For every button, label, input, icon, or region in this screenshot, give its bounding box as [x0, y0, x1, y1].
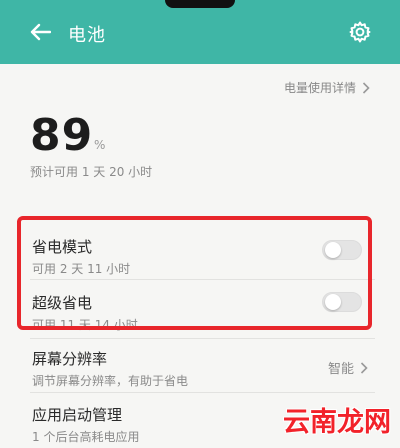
camera-notch	[165, 0, 235, 8]
ultra-saving-title: 超级省电	[32, 294, 93, 312]
battery-percent: 89	[30, 110, 94, 161]
screen-resolution-value: 智能	[327, 362, 354, 377]
settings-button[interactable]	[345, 17, 375, 47]
ultra-saving-toggle[interactable]	[322, 292, 362, 312]
usage-detail-label: 电量使用详情	[283, 81, 356, 95]
screen-resolution-subtitle: 调节屏幕分辨率，有助于省电	[32, 374, 189, 388]
screen-resolution-value-group: 智能	[328, 358, 368, 377]
ultra-saving-row[interactable]: 超级省电 可用 11 天 14 小时	[0, 284, 400, 342]
power-saving-row[interactable]: 省电模式 可用 2 天 11 小时	[0, 228, 400, 286]
divider	[30, 279, 375, 280]
gear-icon	[349, 21, 371, 43]
power-saving-title: 省电模式	[32, 238, 93, 256]
screen-resolution-row[interactable]: 屏幕分辨率 调节屏幕分辨率，有助于省电 智能	[0, 340, 400, 398]
chevron-right-icon	[362, 81, 370, 94]
app-launch-subtitle: 1 个后台高耗电应用	[32, 430, 140, 444]
app-header: 电池	[0, 0, 400, 64]
usage-detail-link[interactable]: 电量使用详情	[284, 79, 370, 96]
toggle-knob	[325, 294, 341, 310]
back-arrow-icon	[30, 23, 51, 41]
percent-sign: %	[94, 138, 106, 152]
screen-resolution-title: 屏幕分辨率	[32, 350, 108, 368]
back-button[interactable]	[26, 18, 54, 46]
ultra-saving-subtitle: 可用 11 天 14 小时	[32, 318, 138, 332]
site-watermark: 云南龙网	[283, 407, 391, 438]
page-title: 电池	[68, 25, 106, 46]
chevron-right-icon	[360, 361, 368, 374]
divider	[30, 392, 375, 393]
toggle-knob	[325, 242, 341, 258]
app-launch-title: 应用启动管理	[32, 406, 123, 424]
battery-estimate: 预计可用 1 天 20 小时	[30, 165, 153, 179]
power-saving-toggle[interactable]	[322, 240, 362, 260]
power-saving-subtitle: 可用 2 天 11 小时	[32, 262, 131, 276]
divider	[30, 338, 375, 339]
